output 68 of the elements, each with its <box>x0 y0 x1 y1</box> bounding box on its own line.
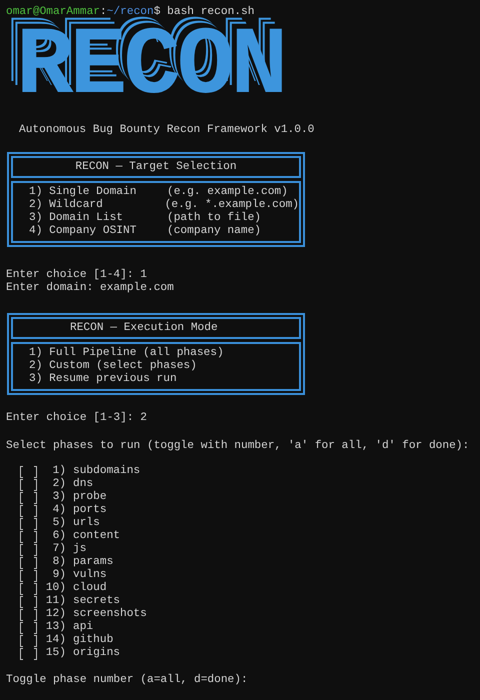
menu-option: 3) Domain List <box>29 212 167 225</box>
input-line: Enter domain: example.com <box>6 282 175 295</box>
phase-number: 12) <box>46 608 66 620</box>
checkbox[interactable] <box>20 634 37 646</box>
checkbox[interactable] <box>20 556 37 568</box>
phase-name: github <box>73 634 114 646</box>
menu-title: RECON — Execution Mode <box>70 322 218 334</box>
menu-option: 3) Resume previous run <box>29 373 177 386</box>
checkbox[interactable] <box>20 518 37 530</box>
phase-number: 8) <box>52 556 66 568</box>
phase-number: 9) <box>52 569 66 582</box>
phase-number: 1) <box>52 465 66 478</box>
prompt-user: omar@OmarAmmar <box>6 6 100 19</box>
checkbox[interactable] <box>20 478 37 490</box>
checkbox[interactable] <box>20 582 37 594</box>
menu-option: 2) Custom (select phases) <box>29 360 197 373</box>
instruction-text: Select phases to run (toggle with number, 'a' for all, 'd' for done): <box>6 440 470 452</box>
phase-number: 11) <box>46 595 66 608</box>
input-line: Enter choice [1-4]: 1 <box>6 269 148 282</box>
prompt-separator: : <box>100 6 107 19</box>
phase-number: 15) <box>46 647 66 660</box>
phase-name: cloud <box>73 582 107 595</box>
menu-title: RECON — Target Selection <box>75 160 237 174</box>
checkbox[interactable] <box>20 648 37 660</box>
input-prompt: Toggle phase number (a=all, d=done): <box>6 674 248 686</box>
phase-number: 2) <box>52 478 66 490</box>
option-hint: (company name) <box>167 225 261 238</box>
option-hint: (e.g. *.example.com) <box>164 199 299 212</box>
phase-number: 10) <box>46 582 66 594</box>
checkbox[interactable] <box>20 622 37 634</box>
phase-name: probe <box>73 491 107 504</box>
menu-option: 1) Single Domain <box>29 186 167 199</box>
phase-name: secrets <box>73 595 120 608</box>
phase-name: dns <box>73 478 94 490</box>
phase-name: screenshots <box>73 608 147 620</box>
phase-name: content <box>73 530 120 542</box>
phase-name: api <box>73 621 94 634</box>
checkbox[interactable] <box>20 570 37 582</box>
phase-number: 13) <box>46 621 66 634</box>
phase-name: subdomains <box>73 465 140 478</box>
phase-number: 7) <box>52 543 66 556</box>
phase-name: origins <box>73 647 120 660</box>
option-hint: (e.g. example.com) <box>167 186 288 198</box>
phase-name: ports <box>73 504 107 516</box>
phase-name: vulns <box>73 569 107 582</box>
phase-number: 5) <box>52 517 66 530</box>
checkbox[interactable] <box>20 530 37 542</box>
prompt-command: $ bash recon.sh <box>154 6 254 19</box>
phase-number: 3) <box>52 491 66 504</box>
prompt-path: ~/recon <box>106 6 154 19</box>
menu-option: 1) Full Pipeline (all phases) <box>29 347 224 360</box>
checkbox[interactable] <box>20 608 37 620</box>
phase-number: 14) <box>46 634 66 646</box>
input-line: Enter choice [1-3]: 2 <box>6 412 147 424</box>
checkbox[interactable] <box>20 504 37 516</box>
checkbox[interactable] <box>20 544 37 556</box>
phase-name: js <box>73 543 86 556</box>
checkbox[interactable] <box>20 466 37 478</box>
option-hint: (path to file) <box>167 212 261 224</box>
subtitle: Autonomous Bug Bounty Recon Framework v1.0.0 <box>19 124 314 136</box>
checkbox[interactable] <box>20 596 37 608</box>
checkbox[interactable] <box>20 492 37 504</box>
phase-name: urls <box>73 517 100 530</box>
menu-option: 2) Wildcard <box>29 199 165 212</box>
menu-option: 4) Company OSINT <box>29 225 167 238</box>
phase-number: 6) <box>52 530 66 542</box>
phase-number: 4) <box>52 504 66 516</box>
phase-name: params <box>73 556 114 568</box>
